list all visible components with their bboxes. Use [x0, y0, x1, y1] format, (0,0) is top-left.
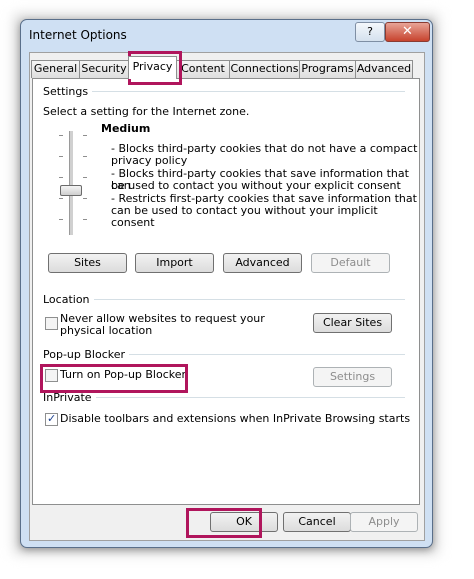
default-button[interactable]: Default	[311, 253, 390, 273]
location-group-label: Location	[43, 293, 94, 306]
slider-tick	[83, 156, 87, 157]
description-line: can be used to contact you without your …	[111, 204, 378, 229]
cancel-button[interactable]: Cancel	[283, 512, 351, 532]
tab-privacy[interactable]: Privacy	[128, 56, 177, 79]
window-title: Internet Options	[29, 28, 127, 42]
inprivate-divider	[43, 397, 405, 398]
dialog-body: General Security Privacy Content Connect…	[29, 52, 425, 541]
popup-group-label: Pop-up Blocker	[43, 348, 130, 361]
tab-programs[interactable]: Programs	[299, 60, 356, 78]
location-checkbox[interactable]	[45, 317, 58, 330]
advanced-button[interactable]: Advanced	[223, 253, 302, 273]
tab-general[interactable]: General	[31, 60, 80, 78]
slider-track	[69, 131, 73, 235]
slider-tick	[83, 177, 87, 178]
slider-tick	[59, 219, 63, 220]
location-divider	[43, 299, 405, 300]
import-button[interactable]: Import	[135, 253, 214, 273]
tab-content[interactable]: Content	[176, 60, 230, 78]
tab-security[interactable]: Security	[79, 60, 129, 78]
slider-tick	[59, 177, 63, 178]
title-bar[interactable]: Internet Options ? ✕	[21, 20, 432, 50]
close-button[interactable]: ✕	[385, 22, 430, 42]
slider-tick	[83, 198, 87, 199]
popup-blocker-highlight	[40, 364, 188, 393]
settings-group-label: Settings	[43, 85, 93, 98]
slider-thumb[interactable]	[60, 185, 82, 196]
slider-tick	[59, 198, 63, 199]
slider-tick	[83, 219, 87, 220]
privacy-panel: Settings Select a setting for the Intern…	[32, 78, 420, 505]
slider-tick	[59, 135, 63, 136]
tab-advanced[interactable]: Advanced	[355, 60, 413, 78]
privacy-level: Medium	[101, 122, 151, 135]
sites-button[interactable]: Sites	[48, 253, 127, 273]
popup-settings-button[interactable]: Settings	[313, 367, 392, 387]
settings-divider	[43, 91, 405, 92]
location-checkbox-label: physical location	[60, 324, 153, 337]
help-button[interactable]: ?	[355, 22, 385, 42]
inprivate-checkbox[interactable]	[45, 412, 58, 426]
slider-tick	[83, 135, 87, 136]
description-line: privacy policy	[111, 154, 188, 167]
settings-instruction: Select a setting for the Internet zone.	[43, 105, 250, 118]
clear-sites-button[interactable]: Clear Sites	[313, 313, 392, 333]
ok-button-highlight	[186, 508, 262, 538]
inprivate-checkbox-label: Disable toolbars and extensions when InP…	[60, 412, 411, 425]
internet-options-dialog: Internet Options ? ✕ General Security Pr…	[20, 19, 433, 548]
slider-tick	[59, 156, 63, 157]
description-line: be used to contact you without your expl…	[111, 179, 401, 192]
tab-connections[interactable]: Connections	[229, 60, 300, 78]
apply-button[interactable]: Apply	[350, 512, 418, 532]
